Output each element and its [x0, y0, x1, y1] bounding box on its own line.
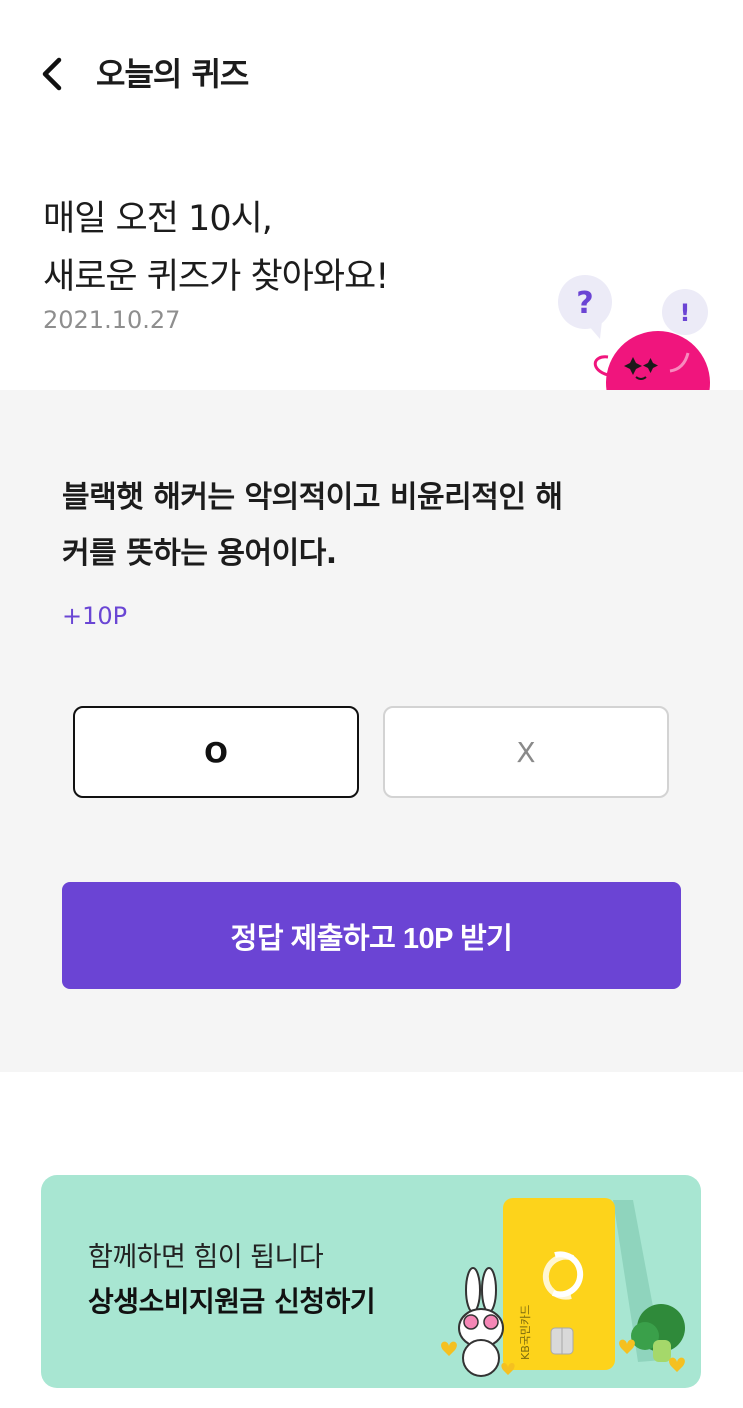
question-line-1: 블랙햇 해커는 악의적이고 비윤리적인 해 — [62, 480, 563, 515]
headline-line-2: 새로운 퀴즈가 찾아와요! — [43, 257, 389, 297]
question-mark: ? — [576, 286, 593, 321]
promo-banner[interactable]: 함께하면 힘이 됩니다 상생소비지원금 신청하기 KB국민카드 — [41, 1175, 701, 1388]
bunny-body — [462, 1339, 500, 1377]
heart-1 — [441, 1341, 457, 1356]
banner-illustration: KB국민카드 — [441, 1198, 685, 1377]
heart-2 — [619, 1339, 635, 1354]
quiz-panel: 블랙햇 해커는 악의적이고 비윤리적인 해 커를 뜻하는 용어이다. +10P … — [0, 390, 743, 1072]
submit-answer-button[interactable]: 정답 제출하고 10P 받기 — [62, 882, 681, 989]
intro-section: 매일 오전 10시, 새로운 퀴즈가 찾아와요! 2021.10.27 ? ! — [0, 150, 743, 390]
banner-title: 상생소비지원금 신청하기 — [88, 1285, 376, 1318]
question-line-2: 커를 뜻하는 용어이다. — [62, 536, 337, 571]
mascot-swirl — [593, 355, 609, 377]
intro-headline: 매일 오전 10시, 새로운 퀴즈가 찾아와요! — [43, 190, 389, 306]
card-brand-text: KB국민카드 — [519, 1305, 532, 1360]
mascot-body — [606, 331, 710, 390]
broccoli-stem — [653, 1340, 671, 1362]
chevron-left-icon — [42, 57, 62, 91]
points-reward: +10P — [62, 602, 128, 630]
app-header: 오늘의 퀴즈 — [0, 0, 743, 150]
back-button[interactable] — [34, 52, 74, 96]
answer-o-button[interactable]: O — [73, 706, 359, 798]
quiz-date: 2021.10.27 — [43, 306, 181, 334]
heart-3 — [669, 1357, 685, 1372]
quiz-question: 블랙햇 해커는 악의적이고 비윤리적인 해 커를 뜻하는 용어이다. — [62, 470, 682, 582]
headline-line-1: 매일 오전 10시, — [43, 199, 273, 239]
bunny-ear-left — [465, 1267, 481, 1313]
answer-x-button[interactable]: X — [383, 706, 669, 798]
page-title: 오늘의 퀴즈 — [96, 55, 249, 93]
exclamation-mark: ! — [680, 299, 691, 327]
bunny-ear-right — [481, 1267, 497, 1313]
banner-subtitle: 함께하면 힘이 됩니다 — [88, 1242, 324, 1273]
mascot-illustration: ? ! — [558, 275, 710, 390]
